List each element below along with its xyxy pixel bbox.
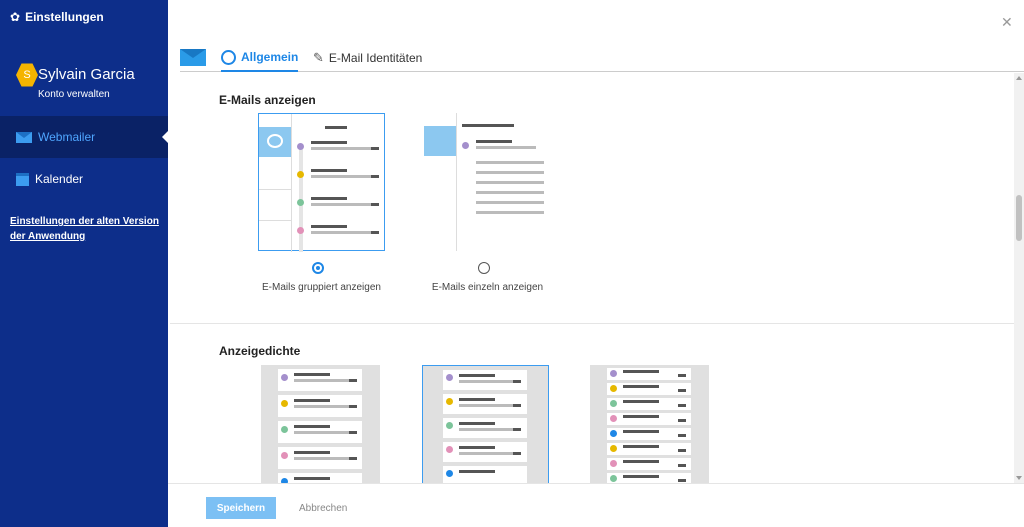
tab-label: Allgemein	[241, 50, 299, 64]
sidebar-item-label: Kalender	[35, 172, 84, 186]
chat-icon	[267, 134, 283, 148]
settings-title: ✿ Einstellungen	[10, 10, 104, 24]
sidebar-item-webmailer[interactable]: Webmailer	[0, 116, 169, 158]
content-scrollbar[interactable]	[1014, 73, 1024, 483]
single-view-label: E-Mails einzeln anzeigen	[431, 282, 544, 293]
single-view-radio[interactable]	[478, 262, 490, 274]
density-section-title: Anzeigedichte	[219, 344, 301, 358]
grouped-view-preview[interactable]	[258, 113, 385, 252]
gear-icon: ✿	[10, 10, 21, 24]
display-section-title: E-Mails anzeigen	[219, 93, 316, 107]
density-normal-preview[interactable]	[422, 365, 549, 483]
settings-app: ✿ Einstellungen S Sylvain Garcia Konto v…	[0, 0, 1024, 527]
selected-folder-block	[259, 127, 291, 157]
single-view-preview[interactable]	[424, 113, 551, 251]
scroll-thumb[interactable]	[1016, 195, 1022, 241]
calendar-icon	[16, 172, 29, 186]
active-indicator	[162, 130, 169, 144]
avatar: S	[16, 63, 38, 87]
footer-actions: Speichern Abbrechen	[168, 483, 1024, 527]
user-name: Sylvain Garcia	[38, 66, 135, 83]
manage-account-link[interactable]: Konto verwalten	[38, 89, 110, 100]
sidebar-item-calendar[interactable]: Kalender	[0, 158, 168, 200]
section-divider	[170, 323, 1014, 324]
sidebar-item-label: Webmailer	[38, 130, 96, 144]
grouped-view-label: E-Mails gruppiert anzeigen	[262, 282, 381, 293]
tab-bar: Allgemein ✎ E-Mail Identitäten	[180, 44, 1024, 72]
pen-icon: ✎	[313, 50, 324, 65]
envelope-icon	[180, 49, 206, 66]
tab-label: E-Mail Identitäten	[328, 51, 423, 65]
save-button[interactable]: Speichern	[206, 497, 276, 519]
close-icon[interactable]: ✕	[1001, 14, 1013, 31]
tab-general[interactable]: Allgemein	[221, 47, 299, 72]
scroll-down-arrow-icon[interactable]	[1016, 476, 1022, 480]
cancel-button[interactable]: Abbrechen	[299, 497, 347, 519]
settings-content: E-Mails anzeigen E-Mails gruppiert anzei…	[170, 73, 1014, 483]
settings-title-label: Einstellungen	[25, 10, 104, 24]
density-comfortable-preview[interactable]	[261, 365, 380, 483]
mail-icon	[16, 131, 32, 143]
tab-identities[interactable]: ✎ E-Mail Identitäten	[313, 47, 422, 72]
scroll-up-arrow-icon[interactable]	[1016, 76, 1022, 80]
grouped-view-radio[interactable]	[312, 262, 324, 274]
density-compact-preview[interactable]	[590, 365, 709, 483]
settings-circle-icon	[221, 49, 236, 65]
old-version-link[interactable]: Einstellungen der alten Version der Anwe…	[10, 214, 160, 244]
sidebar: ✿ Einstellungen S Sylvain Garcia Konto v…	[0, 0, 169, 527]
